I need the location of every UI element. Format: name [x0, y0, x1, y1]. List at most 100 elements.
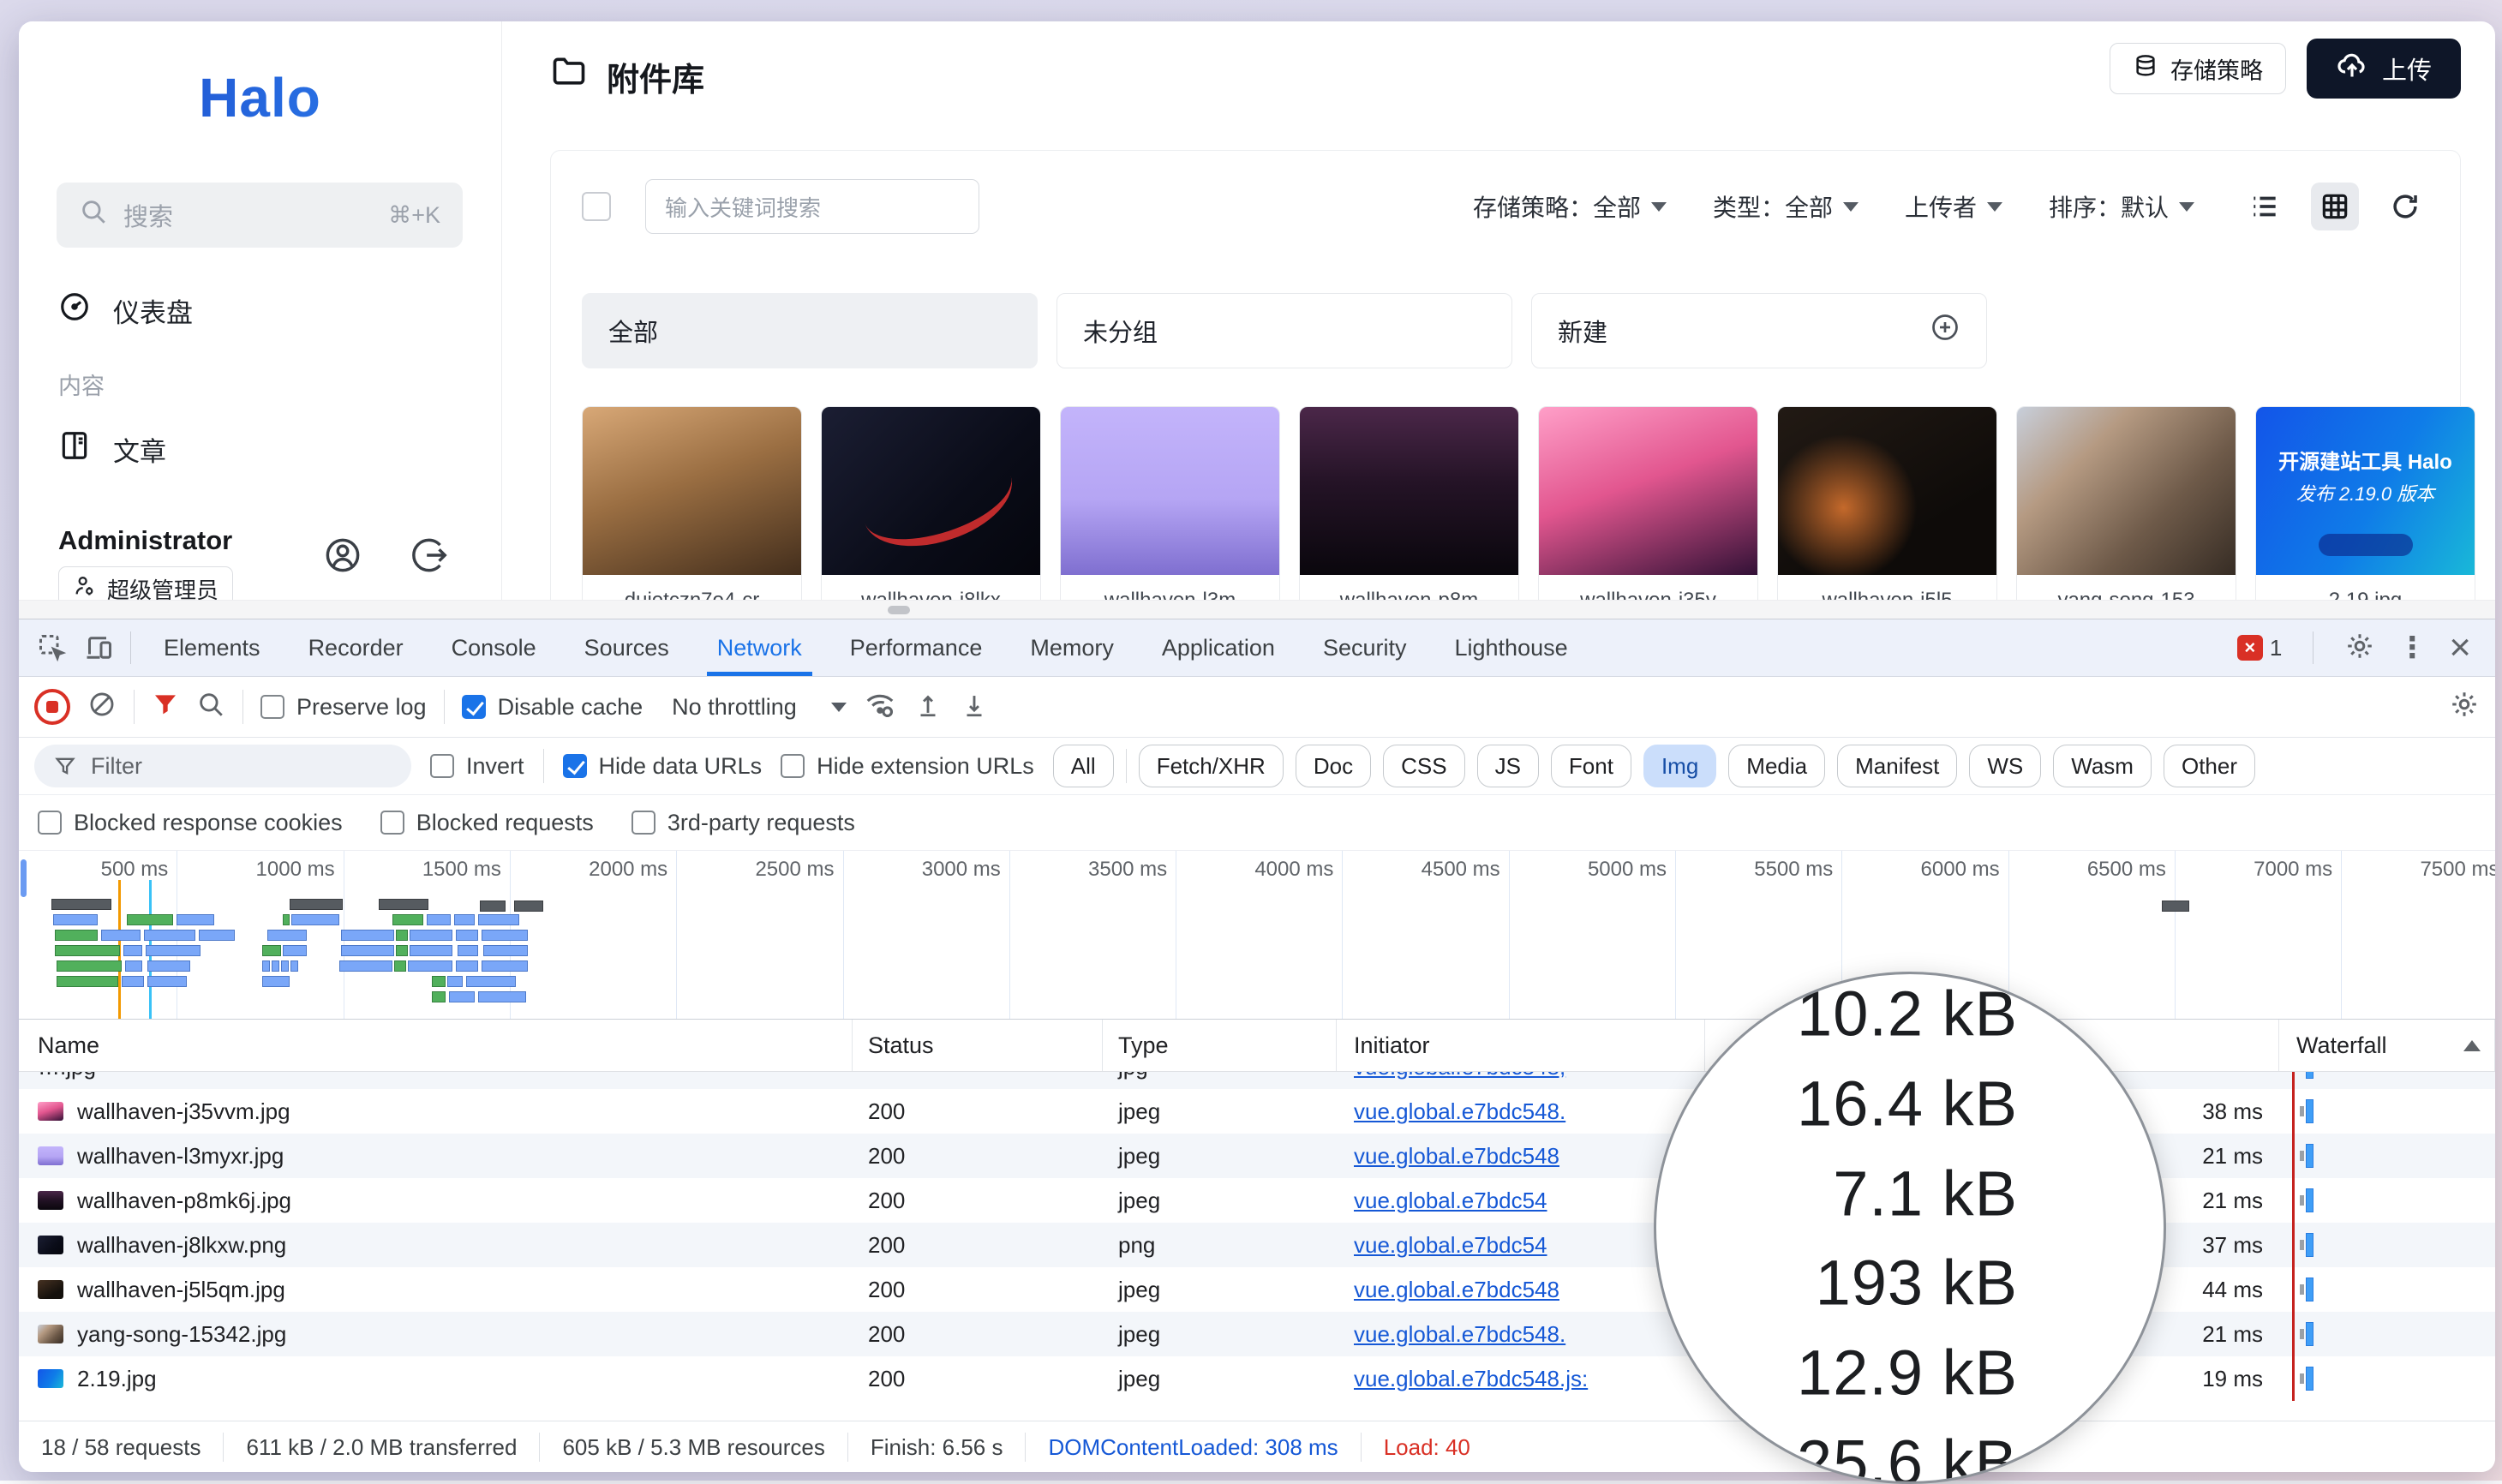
- chip-ws[interactable]: WS: [1969, 745, 2041, 787]
- filter-dropdown-3[interactable]: 排序：默认: [2049, 189, 2194, 224]
- export-har-icon[interactable]: [960, 690, 989, 725]
- option-checkbox-3rd-party-requests[interactable]: 3rd-party requests: [631, 810, 855, 836]
- network-conditions-icon[interactable]: [864, 688, 896, 727]
- page-scrollbar[interactable]: [19, 600, 2495, 619]
- attachment-card[interactable]: wallhaven-j35v: [1538, 406, 1758, 600]
- request-name: wallhaven-j5l5qm.jpg: [77, 1277, 285, 1303]
- logout-icon[interactable]: [410, 536, 450, 579]
- network-search-icon[interactable]: [196, 690, 225, 725]
- attachment-card[interactable]: duietczn7o4-cr: [582, 406, 802, 600]
- profile-icon[interactable]: [323, 536, 362, 579]
- storage-policy-button[interactable]: 存储策略: [2110, 43, 2286, 94]
- filter-dropdown-1[interactable]: 类型：全部: [1713, 189, 1859, 224]
- tab-lighthouse[interactable]: Lighthouse: [1431, 619, 1592, 676]
- attachment-card[interactable]: wallhaven-p8m: [1299, 406, 1519, 600]
- request-name: wallhaven-j35vvm.jpg: [77, 1098, 290, 1125]
- chip-js[interactable]: JS: [1477, 745, 1539, 787]
- attachment-card[interactable]: yang-song-153: [2016, 406, 2236, 600]
- initiator-link[interactable]: vue.global.e7bdc548: [1354, 1143, 1559, 1170]
- chip-font[interactable]: Font: [1551, 745, 1631, 787]
- disable-cache-checkbox[interactable]: Disable cache: [462, 694, 643, 721]
- select-all-checkbox[interactable]: [582, 192, 611, 221]
- tab-memory[interactable]: Memory: [1006, 619, 1138, 676]
- overview-request-bar: [57, 976, 118, 987]
- sidebar-item-label: 文章: [113, 430, 166, 469]
- upload-button[interactable]: 上传: [2307, 39, 2461, 99]
- attachment-name: wallhaven-j5l5: [1778, 575, 1996, 600]
- close-devtools-icon[interactable]: ×: [2449, 629, 2471, 667]
- grid-view-button[interactable]: [2311, 183, 2359, 230]
- column-header-status[interactable]: Status: [853, 1020, 1103, 1071]
- group-tab-新建[interactable]: 新建: [1531, 293, 1987, 368]
- initiator-link[interactable]: vue.global.e7bdc548.: [1354, 1098, 1565, 1125]
- sidebar-item-posts[interactable]: 文章: [39, 417, 481, 481]
- option-checkbox-blocked-response-cookies[interactable]: Blocked response cookies: [38, 810, 343, 836]
- initiator-link[interactable]: vue.global.e7bdc54: [1354, 1232, 1547, 1259]
- tab-application[interactable]: Application: [1138, 619, 1299, 676]
- overview-handle[interactable]: [21, 859, 27, 897]
- chip-fetchxhr[interactable]: Fetch/XHR: [1139, 745, 1284, 787]
- tab-elements[interactable]: Elements: [140, 619, 284, 676]
- filter-dropdown-2[interactable]: 上传者: [1905, 189, 2002, 224]
- filter-dropdown-0[interactable]: 存储策略：全部: [1473, 189, 1667, 224]
- list-view-button[interactable]: [2241, 183, 2289, 230]
- initiator-link[interactable]: vue.global.e7bdc54: [1354, 1188, 1547, 1214]
- clear-icon[interactable]: [87, 690, 117, 725]
- record-icon[interactable]: [34, 689, 70, 725]
- column-header-type[interactable]: Type: [1103, 1020, 1337, 1071]
- hide-extension-urls-checkbox[interactable]: Hide extension URLs: [781, 753, 1034, 780]
- cell-status: [853, 1072, 1103, 1089]
- network-overview-timeline[interactable]: 500 ms1000 ms1500 ms2000 ms2500 ms3000 m…: [19, 851, 2495, 1020]
- kebab-menu-icon[interactable]: ⋮: [2397, 631, 2427, 665]
- option-label: Blocked response cookies: [74, 810, 343, 836]
- sidebar-item-dashboard[interactable]: 仪表盘: [39, 278, 481, 342]
- initiator-link[interactable]: vue.global.e7bdc548.: [1354, 1321, 1565, 1348]
- tab-performance[interactable]: Performance: [826, 619, 1007, 676]
- chip-all[interactable]: All: [1053, 745, 1114, 787]
- waterfall-tick: [2300, 1329, 2304, 1339]
- chip-other[interactable]: Other: [2164, 745, 2255, 787]
- throttling-select[interactable]: No throttling: [672, 694, 847, 721]
- preserve-log-checkbox[interactable]: Preserve log: [260, 694, 427, 721]
- network-filter-input[interactable]: Filter: [34, 745, 411, 787]
- column-header-waterfall[interactable]: Waterfall: [2279, 1020, 2495, 1071]
- import-har-icon[interactable]: [913, 690, 943, 725]
- attachment-card[interactable]: wallhaven-j5l5: [1777, 406, 1997, 600]
- attachment-card[interactable]: 开源建站工具 Halo发布 2.19.0 版本2.19.jpg: [2255, 406, 2475, 600]
- scrollbar-thumb[interactable]: [888, 606, 910, 614]
- initiator-link[interactable]: vue.global.e7bdc548.js:: [1354, 1366, 1588, 1392]
- tab-recorder[interactable]: Recorder: [284, 619, 428, 676]
- filter-funnel-icon[interactable]: [152, 691, 179, 724]
- keyword-search-input[interactable]: 输入关键词搜索: [645, 179, 979, 234]
- hide-data-urls-checkbox[interactable]: Hide data URLs: [563, 753, 763, 780]
- tab-sources[interactable]: Sources: [560, 619, 693, 676]
- group-tab-未分组[interactable]: 未分组: [1056, 293, 1512, 368]
- error-badge[interactable]: × 1: [2237, 635, 2282, 661]
- refresh-button[interactable]: [2381, 183, 2429, 230]
- network-settings-gear-icon[interactable]: [2449, 689, 2480, 726]
- sidebar-search[interactable]: 搜索 ⌘+K: [57, 183, 463, 248]
- initiator-link[interactable]: vue.global.e7bdc548: [1354, 1277, 1559, 1303]
- overview-request-bar: [482, 930, 528, 941]
- device-toolbar-icon[interactable]: [75, 627, 122, 668]
- chip-manifest[interactable]: Manifest: [1837, 745, 1957, 787]
- settings-gear-icon[interactable]: [2344, 631, 2375, 666]
- chip-media[interactable]: Media: [1728, 745, 1825, 787]
- chip-doc[interactable]: Doc: [1296, 745, 1371, 787]
- tab-security[interactable]: Security: [1299, 619, 1431, 676]
- chip-css[interactable]: CSS: [1383, 745, 1464, 787]
- column-header-initiator[interactable]: Initiator: [1337, 1020, 1705, 1071]
- initiator-link[interactable]: vue.global.e7bdc548,: [1354, 1072, 1565, 1080]
- invert-checkbox[interactable]: Invert: [430, 753, 524, 780]
- plus-circle-icon[interactable]: [1930, 312, 1960, 350]
- chip-img[interactable]: Img: [1643, 745, 1716, 787]
- option-checkbox-blocked-requests[interactable]: Blocked requests: [380, 810, 594, 836]
- inspect-icon[interactable]: [29, 627, 75, 668]
- column-header-name[interactable]: Name: [19, 1020, 853, 1071]
- tab-network[interactable]: Network: [693, 619, 826, 676]
- attachment-card[interactable]: wallhaven-l3m: [1060, 406, 1280, 600]
- chip-wasm[interactable]: Wasm: [2053, 745, 2152, 787]
- group-tab-全部[interactable]: 全部: [582, 293, 1038, 368]
- tab-console[interactable]: Console: [428, 619, 560, 676]
- attachment-card[interactable]: wallhaven-j8lkx: [821, 406, 1041, 600]
